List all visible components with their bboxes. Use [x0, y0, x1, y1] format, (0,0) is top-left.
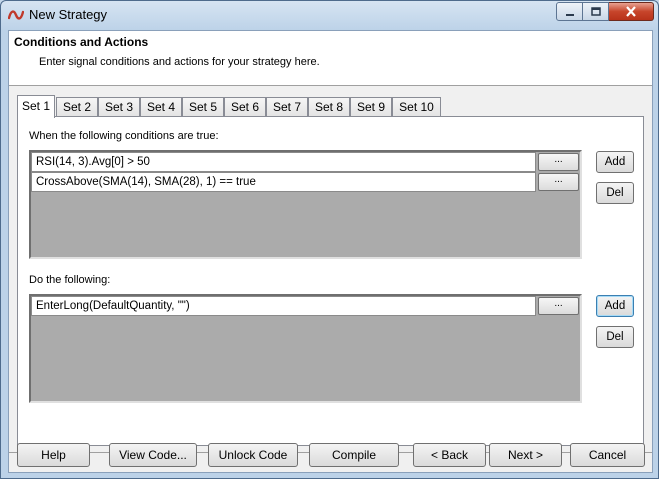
minimize-button[interactable] — [556, 2, 583, 21]
tab-set-1[interactable]: Set 1 — [17, 95, 55, 118]
tab-set-7[interactable]: Set 7 — [266, 97, 308, 117]
page-title: Conditions and Actions — [14, 35, 149, 49]
wizard-header: Conditions and Actions Enter signal cond… — [9, 31, 652, 86]
tab-set-10[interactable]: Set 10 — [392, 97, 441, 117]
tab-set-2[interactable]: Set 2 — [56, 97, 98, 117]
set-1-panel: When the following conditions are true: … — [17, 116, 644, 446]
maximize-button[interactable] — [583, 2, 609, 21]
view-code-button[interactable]: View Code... — [109, 443, 197, 467]
back-button[interactable]: < Back — [413, 443, 486, 467]
cancel-button[interactable]: Cancel — [570, 443, 645, 467]
delete-action-button[interactable]: Del — [596, 326, 634, 348]
new-strategy-window: New Strategy Conditions and Actions Ente… — [0, 0, 659, 479]
edit-action-button[interactable]: ... — [538, 297, 579, 315]
tab-set-5[interactable]: Set 5 — [182, 97, 224, 117]
conditions-list[interactable]: RSI(14, 3).Avg[0] > 50 ... CrossAbove(SM… — [29, 150, 582, 259]
add-action-button[interactable]: Add — [596, 295, 634, 317]
condition-row[interactable]: RSI(14, 3).Avg[0] > 50 ... — [31, 152, 580, 172]
actions-list[interactable]: EnterLong(DefaultQuantity, "") ... — [29, 294, 582, 403]
condition-row[interactable]: CrossAbove(SMA(14), SMA(28), 1) == true … — [31, 172, 580, 192]
unlock-code-button[interactable]: Unlock Code — [208, 443, 298, 467]
tab-set-6[interactable]: Set 6 — [224, 97, 266, 117]
maximize-icon — [590, 6, 601, 16]
close-button[interactable] — [609, 2, 654, 21]
page-subtitle: Enter signal conditions and actions for … — [39, 56, 320, 68]
tab-set-3[interactable]: Set 3 — [98, 97, 140, 117]
condition-text[interactable]: RSI(14, 3).Avg[0] > 50 — [31, 152, 536, 172]
tab-set-9[interactable]: Set 9 — [350, 97, 392, 117]
edit-condition-button[interactable]: ... — [538, 173, 579, 191]
action-text[interactable]: EnterLong(DefaultQuantity, "") — [31, 296, 536, 316]
actions-label: Do the following: — [29, 274, 111, 286]
minimize-icon — [565, 13, 574, 16]
conditions-label: When the following conditions are true: — [29, 130, 219, 142]
help-button[interactable]: Help — [17, 443, 90, 467]
next-button[interactable]: Next > — [489, 443, 562, 467]
tab-set-4[interactable]: Set 4 — [140, 97, 182, 117]
action-row[interactable]: EnterLong(DefaultQuantity, "") ... — [31, 296, 580, 316]
delete-condition-button[interactable]: Del — [596, 182, 634, 204]
edit-condition-button[interactable]: ... — [538, 153, 579, 171]
close-icon — [626, 6, 636, 17]
app-logo-icon — [8, 10, 24, 20]
window-title: New Strategy — [29, 7, 108, 22]
compile-button[interactable]: Compile — [309, 443, 399, 467]
add-condition-button[interactable]: Add — [596, 151, 634, 173]
dialog-client-area: Conditions and Actions Enter signal cond… — [8, 30, 653, 473]
condition-text[interactable]: CrossAbove(SMA(14), SMA(28), 1) == true — [31, 172, 536, 192]
tab-set-8[interactable]: Set 8 — [308, 97, 350, 117]
title-bar[interactable]: New Strategy — [1, 1, 658, 29]
